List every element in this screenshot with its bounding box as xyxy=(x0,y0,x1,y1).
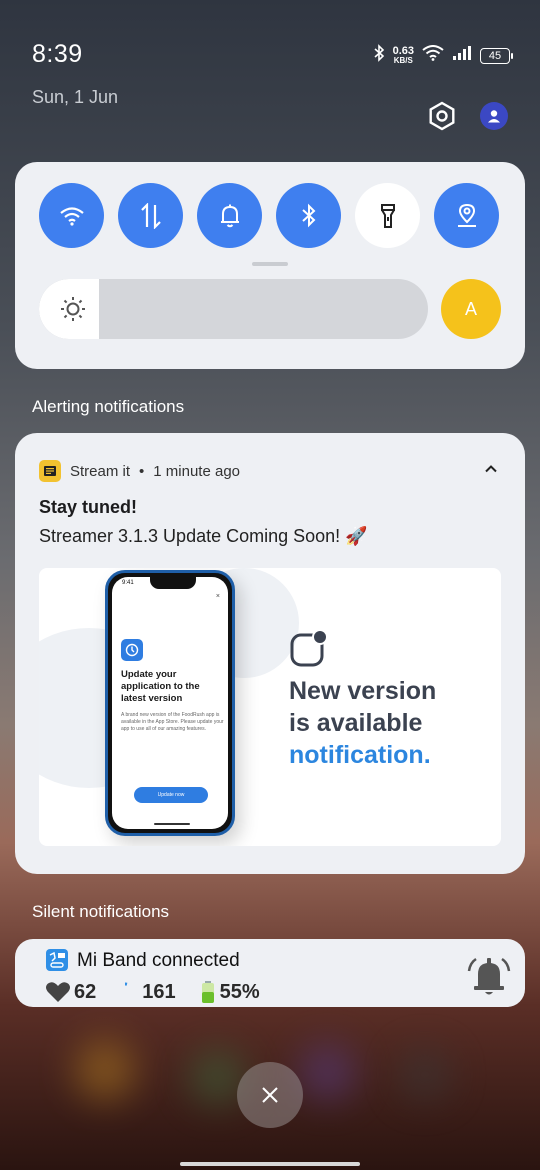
app-name: Stream it xyxy=(70,462,131,480)
clear-all-button[interactable] xyxy=(237,1062,303,1128)
steps-progress-icon xyxy=(125,982,128,986)
phone-close-icon: × xyxy=(215,593,220,600)
promo-headline-3: notification. xyxy=(289,741,431,769)
panel-drag-handle[interactable] xyxy=(252,262,288,266)
promo-headline-2: is available xyxy=(289,709,423,737)
notification-header: Stream it • 1 minute ago xyxy=(39,460,240,482)
net-speed: 0.63 KB/S xyxy=(392,44,414,66)
phone-home-bar xyxy=(154,823,190,825)
close-icon xyxy=(262,1087,278,1103)
header-separator: • xyxy=(139,462,145,480)
bluetooth-toggle[interactable] xyxy=(276,183,341,248)
net-speed-value: 0.63 xyxy=(392,44,414,57)
mi-fitness-app-icon xyxy=(46,949,68,971)
steps-value: 161 xyxy=(142,980,176,1003)
auto-brightness-button[interactable]: A xyxy=(441,279,501,339)
quick-settings-panel: A xyxy=(15,162,525,369)
background-blur xyxy=(400,1050,450,1100)
phone-mockup: 9:41 × Update your application to the la… xyxy=(105,570,235,836)
mobile-data-toggle[interactable] xyxy=(118,183,183,248)
settings-button[interactable] xyxy=(426,100,458,132)
chevron-up-icon[interactable] xyxy=(483,461,499,477)
user-avatar[interactable] xyxy=(480,102,508,130)
status-time: 8:39 xyxy=(32,40,83,68)
notification-title: Stay tuned! xyxy=(39,497,138,517)
quick-settings-tiles xyxy=(39,183,499,248)
phone-heading: Update your application to the latest ve… xyxy=(121,669,200,704)
wifi-status-icon xyxy=(422,45,444,66)
heart-rate-value: 62 xyxy=(74,980,97,1003)
phone-time: 9:41 xyxy=(122,580,134,586)
settings-hexagon-icon xyxy=(429,101,455,131)
net-speed-unit: KB/S xyxy=(393,55,413,65)
flashlight-icon xyxy=(380,203,395,228)
sound-toggle[interactable] xyxy=(197,183,262,248)
status-icons: 0.63 KB/S 45 xyxy=(373,44,513,67)
bell-icon xyxy=(220,204,239,227)
home-indicator[interactable] xyxy=(180,1162,360,1166)
phone-notch xyxy=(150,577,196,589)
battery-icon xyxy=(201,981,214,1003)
notification-time: 1 minute ago xyxy=(153,462,241,480)
stream-app-icon xyxy=(39,460,61,482)
wifi-icon xyxy=(59,206,84,226)
phone-text: A brand new version of the FoodRush app … xyxy=(121,712,224,732)
user-icon xyxy=(488,110,500,123)
stream-it-notification[interactable]: Stream it • 1 minute ago Stay tuned! Str… xyxy=(15,433,525,874)
silent-section-label: Silent notifications xyxy=(32,902,170,921)
mi-band-title: Mi Band connected xyxy=(77,950,240,971)
bluetooth-status-icon xyxy=(373,44,385,67)
flashlight-toggle[interactable] xyxy=(355,183,420,248)
promo-headline-1: New version xyxy=(289,677,437,705)
sun-icon xyxy=(61,297,85,321)
signal-icon xyxy=(452,45,472,66)
alarm-bell-icon[interactable] xyxy=(465,951,513,999)
mi-band-stats: 62 161 55% xyxy=(45,980,260,1004)
alerting-section-label: Alerting notifications xyxy=(32,397,185,416)
brightness-slider[interactable] xyxy=(39,279,428,339)
band-battery-value: 55% xyxy=(219,980,260,1003)
background-blur xyxy=(300,1045,355,1100)
status-date: Sun, 1 Jun xyxy=(32,87,119,107)
notification-badge-icon xyxy=(290,629,328,667)
promo-image: 9:41 × Update your application to the la… xyxy=(39,568,501,846)
background-blur xyxy=(75,1040,135,1100)
location-icon xyxy=(457,203,476,227)
notification-body: Streamer 3.1.3 Update Coming Soon! 🚀 xyxy=(39,526,368,546)
bluetooth-icon xyxy=(301,203,315,227)
mi-band-notification[interactable]: Mi Band connected 62 161 55% xyxy=(15,939,525,1007)
phone-app-icon xyxy=(121,639,143,661)
phone-screen: 9:41 × Update your application to the la… xyxy=(112,577,228,829)
location-toggle[interactable] xyxy=(434,183,499,248)
heart-icon xyxy=(46,982,70,1002)
mobile-data-icon xyxy=(140,202,161,229)
wifi-toggle[interactable] xyxy=(39,183,104,248)
battery-indicator: 45 xyxy=(480,47,513,64)
phone-update-button: Update now xyxy=(134,787,208,803)
